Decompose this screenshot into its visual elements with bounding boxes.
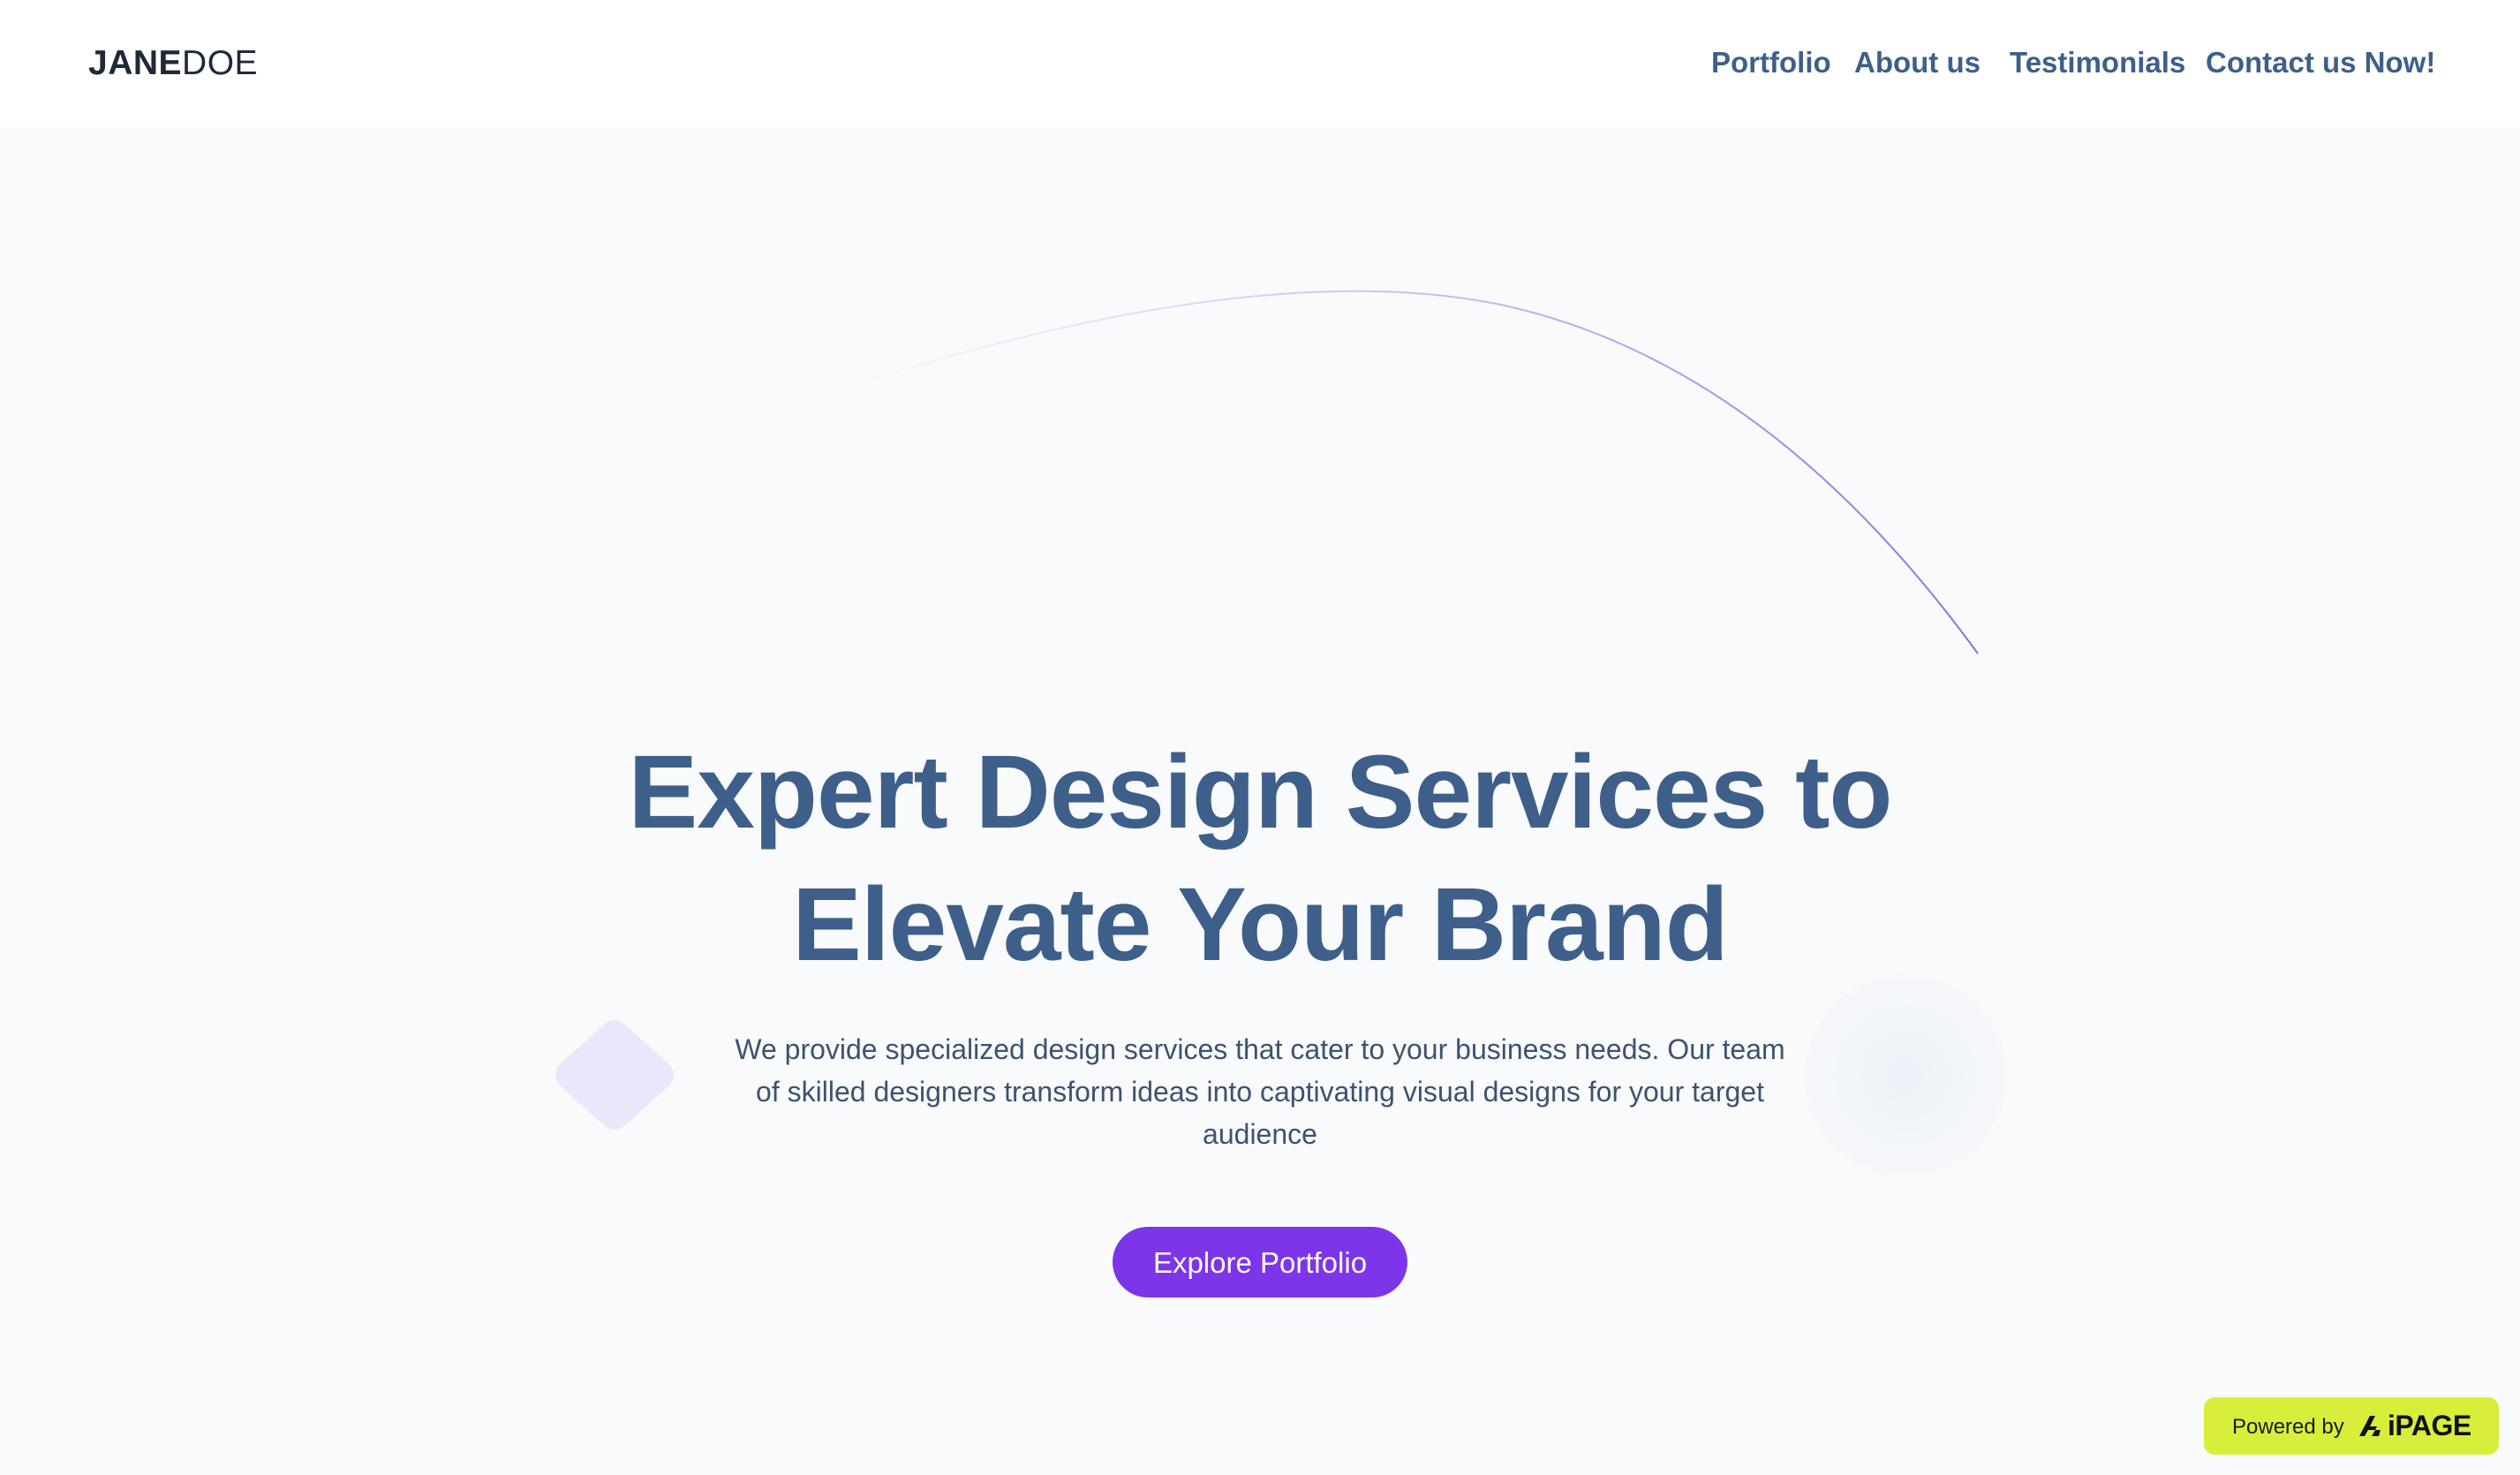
hero-title-line-1: Expert Design Services to — [628, 734, 1893, 851]
powered-by-badge[interactable]: Powered by iPAGE — [2204, 1397, 2499, 1455]
aipage-brand-text: iPAGE — [2388, 1410, 2471, 1441]
powered-by-label: Powered by — [2232, 1415, 2344, 1439]
explore-portfolio-button[interactable]: Explore Portfolio — [1113, 1227, 1407, 1297]
hero-title-line-2: Elevate Your Brand — [792, 866, 1729, 983]
circle-decoration — [1805, 975, 2006, 1176]
aipage-logo-icon — [2359, 1416, 2380, 1436]
diamond-decoration — [555, 1020, 674, 1130]
arc-decoration — [864, 290, 1979, 654]
hero-title: Expert Design Services to Elevate Your B… — [0, 726, 2520, 991]
hero-subtitle: We provide specialized design services t… — [735, 1033, 1785, 1150]
